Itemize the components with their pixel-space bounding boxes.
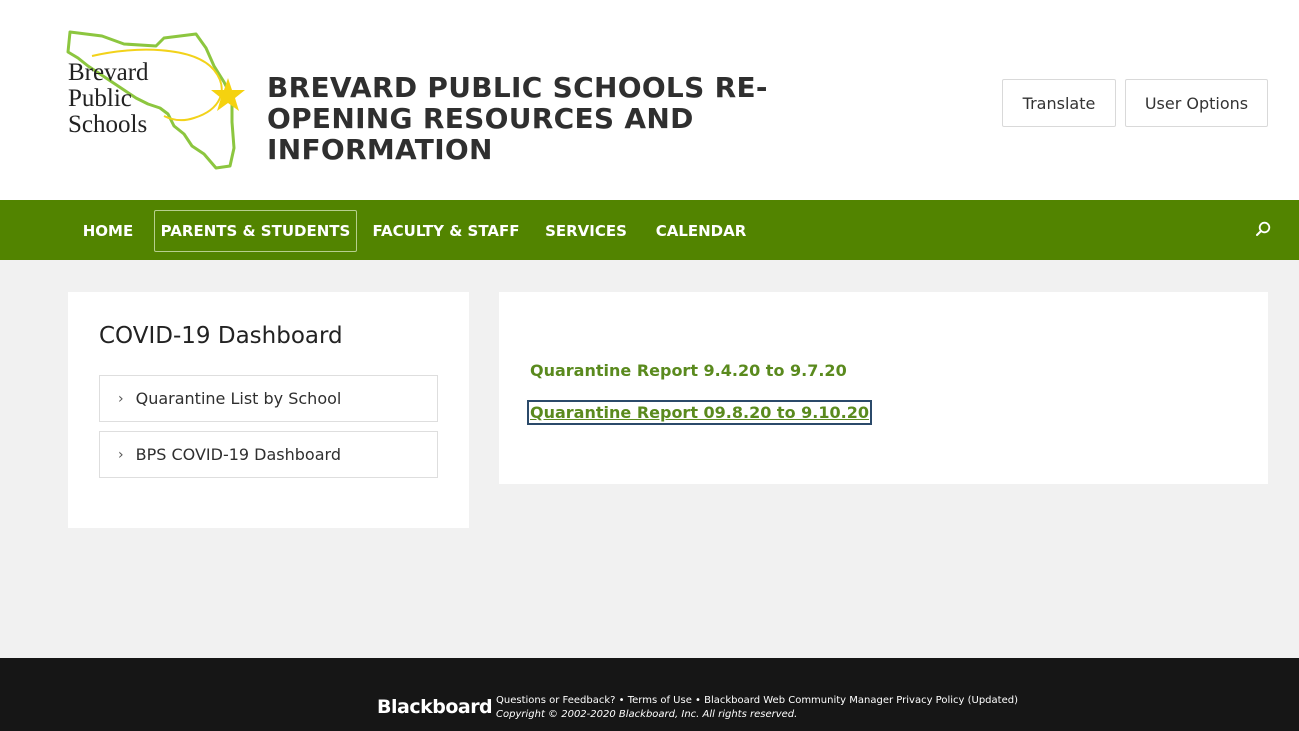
district-logo[interactable]: Brevard Public Schools	[64, 26, 250, 174]
covid-dashboard-sidebar: COVID-19 Dashboard › Quarantine List by …	[68, 292, 469, 528]
quarantine-report-link[interactable]: Quarantine Report 09.8.20 to 9.10.20	[527, 400, 872, 425]
quarantine-list-link[interactable]: › Quarantine List by School	[99, 375, 438, 422]
copyright-text: Copyright © 2002-2020 Blackboard, Inc. A…	[496, 709, 798, 720]
translate-button[interactable]: Translate	[1002, 79, 1116, 127]
privacy-policy-link[interactable]: Blackboard Web Community Manager Privacy…	[704, 695, 1018, 706]
logo-line: Schools	[68, 111, 148, 138]
site-footer: Blackboard Questions or Feedback? • Term…	[0, 658, 1299, 731]
footer-links: Questions or Feedback? • Terms of Use • …	[496, 695, 1018, 706]
logo-line: Public	[68, 85, 132, 112]
nav-item-parents-students[interactable]: PARENTS & STUDENTS	[154, 210, 357, 252]
chevron-right-icon: ›	[118, 446, 124, 463]
blackboard-logo[interactable]: Blackboard	[377, 696, 493, 718]
side-link-label: Quarantine List by School	[135, 389, 342, 408]
side-link-label: BPS COVID-19 Dashboard	[135, 445, 341, 464]
main-navigation: HOME PARENTS & STUDENTS FACULTY & STAFF …	[0, 200, 1299, 260]
separator: •	[615, 695, 628, 706]
logo-wordmark: Brevard Public Schools	[68, 60, 149, 138]
terms-link[interactable]: Terms of Use	[628, 695, 692, 706]
separator: •	[691, 695, 705, 706]
chevron-right-icon: ›	[118, 390, 124, 407]
search-icon[interactable]	[1254, 220, 1272, 238]
logo-line: Brevard	[68, 59, 149, 86]
nav-item-calendar[interactable]: CALENDAR	[646, 210, 756, 252]
feedback-link[interactable]: Questions or Feedback?	[496, 695, 615, 706]
main-content: Quarantine Report 9.4.20 to 9.7.20 Quara…	[499, 292, 1268, 484]
nav-item-services[interactable]: SERVICES	[537, 210, 635, 252]
nav-item-faculty-staff[interactable]: FACULTY & STAFF	[366, 210, 526, 252]
nav-item-home[interactable]: HOME	[70, 210, 146, 252]
sidebar-title: COVID-19 Dashboard	[99, 323, 343, 349]
bps-covid-dashboard-link[interactable]: › BPS COVID-19 Dashboard	[99, 431, 438, 478]
user-options-button[interactable]: User Options	[1125, 79, 1268, 127]
site-header: Brevard Public Schools BREVARD PUBLIC SC…	[0, 0, 1299, 200]
quarantine-report-link[interactable]: Quarantine Report 9.4.20 to 9.7.20	[530, 361, 847, 380]
site-title[interactable]: BREVARD PUBLIC SCHOOLS RE-OPENING RESOUR…	[267, 72, 907, 165]
